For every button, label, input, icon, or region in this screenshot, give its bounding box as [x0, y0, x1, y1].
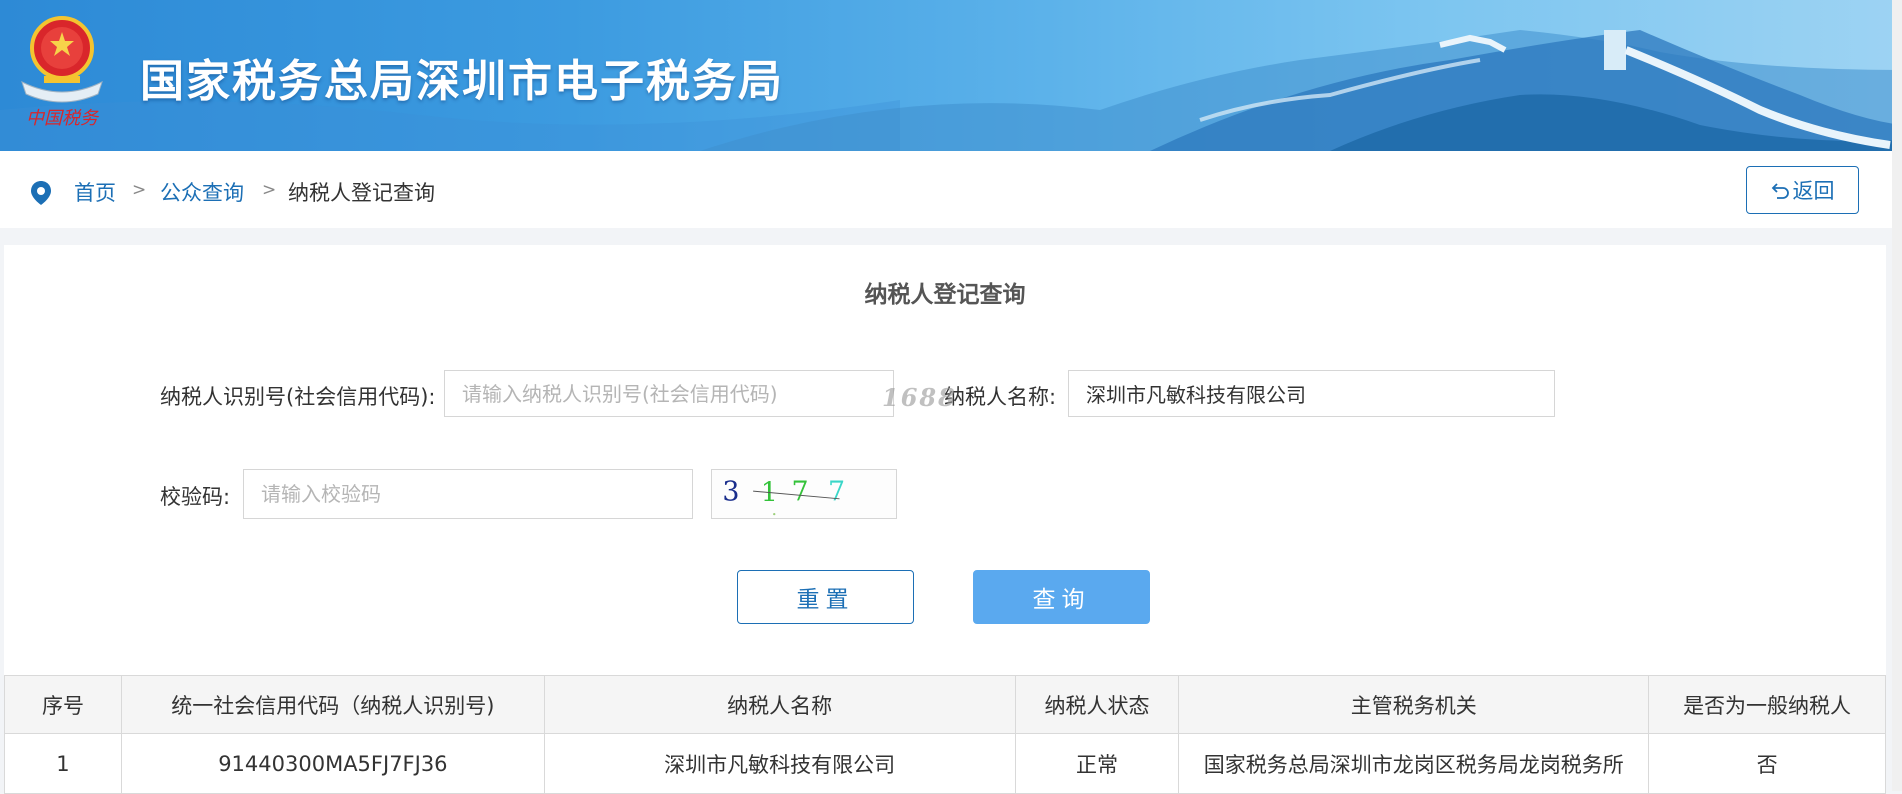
column-header-taxpayer-name: 纳税人名称 [543, 675, 1016, 734]
column-header-index: 序号 [4, 675, 122, 734]
cell-credit-code: 91440300MA5FJ7FJ36 [120, 733, 545, 794]
page-title: 纳税人登记查询 [864, 282, 1026, 308]
captcha-image[interactable]: 3 1 7 7 [711, 469, 897, 519]
captcha-input[interactable] [243, 469, 693, 519]
query-button[interactable]: 查询 [973, 570, 1150, 624]
taxpayer-id-input[interactable] [444, 370, 894, 417]
results-table: 序号 统一社会信用代码（纳税人识别号) 纳税人名称 纳税人状态 主管税务机关 是… [4, 675, 1886, 794]
emblem-caption: 中国税务 [26, 108, 100, 129]
breadcrumb-current: 纳税人登记查询 [288, 181, 435, 205]
header-banner: 中国税务 国家税务总局深圳市电子税务局 [0, 0, 1902, 151]
breadcrumb-separator: > [262, 180, 277, 200]
watermark-text: 1688 [882, 383, 957, 412]
captcha-label: 校验码: [160, 485, 231, 509]
svg-text:7: 7 [828, 477, 845, 508]
svg-text:7: 7 [792, 477, 809, 508]
taxpayer-id-label: 纳税人识别号(社会信用代码): [160, 385, 436, 409]
location-pin-icon [31, 181, 51, 205]
taxpayer-name-input[interactable] [1068, 370, 1555, 417]
svg-text:3: 3 [722, 477, 739, 508]
breadcrumb: 首页 > 公众查询 > 纳税人登记查询 [0, 151, 1902, 228]
breadcrumb-separator: > [132, 180, 147, 200]
cell-general-taxpayer: 否 [1648, 733, 1886, 794]
cell-tax-authority: 国家税务总局深圳市龙岗区税务局龙岗税务所 [1178, 733, 1650, 794]
column-header-status: 纳税人状态 [1014, 675, 1180, 734]
breadcrumb-home-link[interactable]: 首页 [74, 177, 116, 207]
vertical-scrollbar[interactable] [1892, 0, 1902, 791]
taxpayer-name-label: 纳税人名称: [944, 385, 1057, 409]
reset-button[interactable]: 重置 [737, 570, 914, 624]
site-title: 国家税务总局深圳市电子税务局 [140, 56, 784, 107]
cell-taxpayer-name: 深圳市凡敏科技有限公司 [543, 733, 1016, 794]
return-arrow-icon [1771, 183, 1789, 199]
tax-emblem-icon: 中国税务 [21, 16, 103, 129]
breadcrumb-public-query-link[interactable]: 公众查询 [160, 177, 244, 207]
column-header-tax-authority: 主管税务机关 [1178, 675, 1650, 734]
cell-status: 正常 [1014, 733, 1180, 794]
back-button-label: 返回 [1792, 179, 1835, 203]
table-header-row: 序号 统一社会信用代码（纳税人识别号) 纳税人名称 纳税人状态 主管税务机关 是… [4, 675, 1886, 734]
back-button[interactable]: 返回 [1746, 166, 1859, 214]
column-header-general-taxpayer: 是否为一般纳税人 [1648, 675, 1886, 734]
column-header-credit-code: 统一社会信用代码（纳税人识别号) [120, 675, 545, 734]
cell-index: 1 [4, 733, 122, 794]
table-row: 1 91440300MA5FJ7FJ36 深圳市凡敏科技有限公司 正常 国家税务… [4, 733, 1886, 794]
